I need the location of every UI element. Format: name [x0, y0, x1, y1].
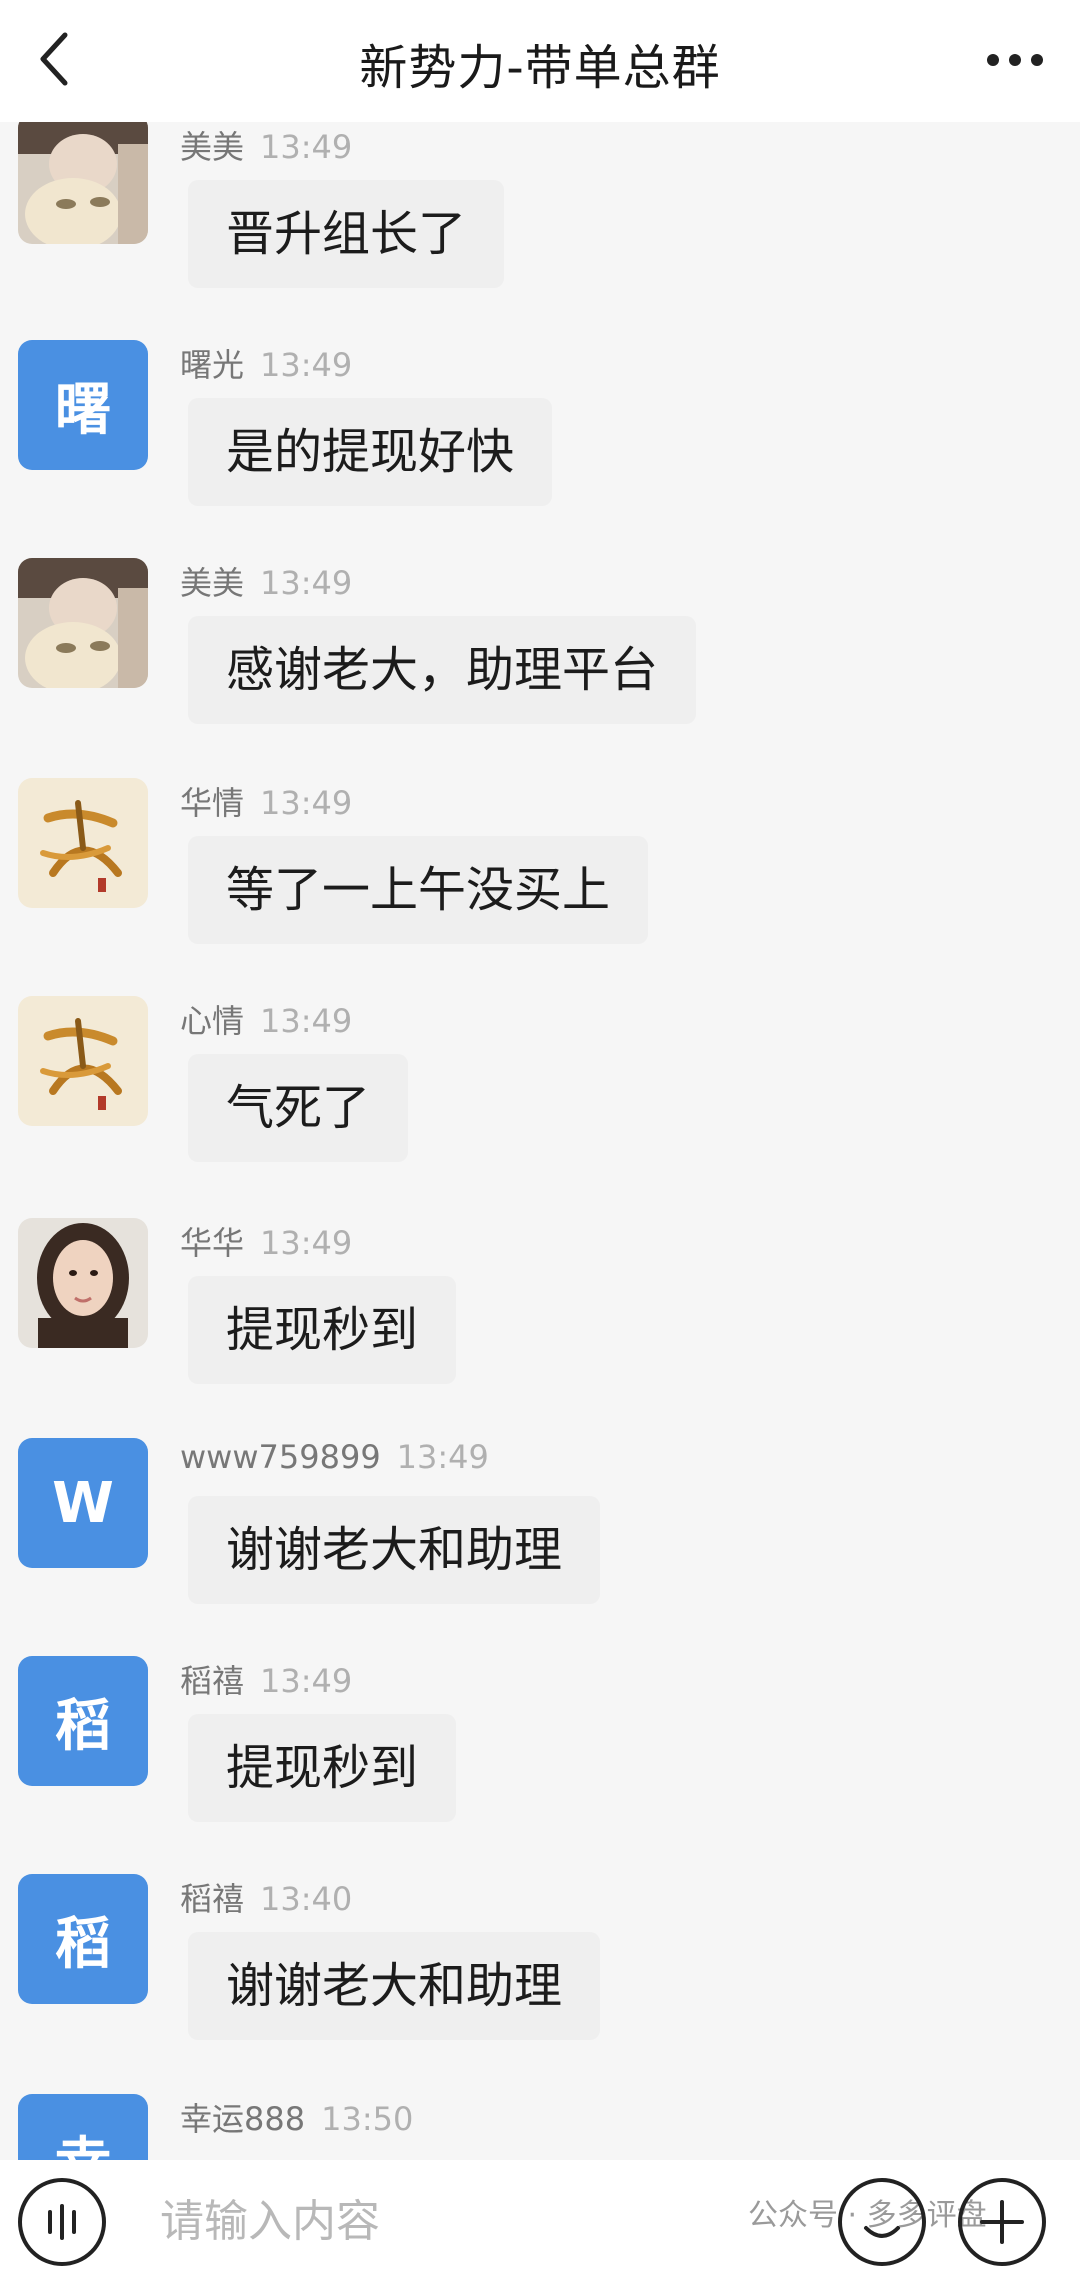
- message-time: 13:49: [396, 1438, 489, 1476]
- avatar-photo-woman: [18, 1218, 148, 1348]
- message-item: 稻 稻禧 13:49 提现秒到: [18, 1656, 1058, 1856]
- message-bubble[interactable]: 等了一上午没买上: [188, 836, 649, 944]
- message-bubble[interactable]: 是的提现好快: [188, 398, 553, 506]
- avatar[interactable]: [18, 996, 148, 1126]
- message-list[interactable]: 美美 13:49 晋升组长了 曙 曙光 13:49 是的提现好快 美美 13:4…: [0, 122, 1080, 2160]
- more-dots-icon: [987, 54, 999, 66]
- sender-name: www759899: [180, 1438, 381, 1476]
- chat-title: 新势力-带单总群: [359, 40, 721, 96]
- message-time: 13:49: [260, 128, 353, 166]
- sender-name: 稻禧: [180, 1880, 245, 1918]
- message-bubble[interactable]: 谢谢老大和助理: [188, 1932, 601, 2040]
- plus-icon: [980, 2200, 1024, 2244]
- sender-name: 美美: [180, 128, 245, 166]
- message-time: 13:40: [260, 1880, 353, 1918]
- message-time: 13:49: [260, 784, 353, 822]
- message-time: 13:49: [260, 346, 353, 384]
- avatar[interactable]: 曙: [18, 340, 148, 470]
- message-bubble[interactable]: 提现秒到: [188, 1714, 457, 1822]
- message-meta: 幸运888 13:50: [180, 2094, 413, 2138]
- message-meta: www759899 13:49: [180, 1438, 489, 1478]
- sender-name: 心情: [180, 1002, 245, 1040]
- message-item: 曙 曙光 13:49 是的提现好快: [18, 340, 1058, 540]
- chat-header: 新势力-带单总群: [0, 0, 1080, 122]
- avatar[interactable]: 幸: [18, 2094, 148, 2160]
- avatar[interactable]: W: [18, 1438, 148, 1568]
- sender-name: 幸运888: [180, 2100, 306, 2138]
- message-meta: 华华 13:49: [180, 1218, 352, 1262]
- avatar[interactable]: [18, 1218, 148, 1348]
- avatar[interactable]: 稻: [18, 1874, 148, 2004]
- message-meta: 稻禧 13:49: [180, 1656, 352, 1700]
- emoji-button[interactable]: [838, 2178, 926, 2266]
- message-item: 稻 稻禧 13:40 谢谢老大和助理: [18, 1874, 1058, 2074]
- sender-name: 曙光: [180, 346, 245, 384]
- message-item: 心情 13:49 气死了: [18, 996, 1058, 1196]
- sender-name: 美美: [180, 564, 245, 602]
- plus-button[interactable]: [958, 2178, 1046, 2266]
- message-item: 美美 13:49 感谢老大，助理平台: [18, 558, 1058, 758]
- sender-name: 华华: [180, 1224, 245, 1262]
- voice-icon: [48, 2204, 76, 2240]
- message-item: 幸 幸运888 13:50: [18, 2094, 1058, 2160]
- more-dot: [1031, 54, 1043, 66]
- message-time: 13:50: [321, 2100, 414, 2138]
- input-bar: 公众号 · 多多评盘: [0, 2160, 1080, 2280]
- message-bubble[interactable]: 提现秒到: [188, 1276, 457, 1384]
- chat-app: 新势力-带单总群 美美 13:49 晋升组长了 曙 曙光 13:49 是的提现好…: [0, 0, 1080, 2280]
- avatar-photo-girl: [18, 558, 148, 688]
- message-time: 13:49: [260, 1224, 353, 1262]
- avatar[interactable]: 稻: [18, 1656, 148, 1786]
- message-meta: 稻禧 13:40: [180, 1874, 352, 1918]
- message-meta: 曙光 13:49: [180, 340, 352, 384]
- emoji-icon: [864, 2226, 900, 2238]
- more-button[interactable]: [970, 30, 1060, 90]
- message-item: 华华 13:49 提现秒到: [18, 1218, 1058, 1418]
- more-dot: [1009, 54, 1021, 66]
- message-meta: 美美 13:49: [180, 122, 352, 166]
- message-item: 美美 13:49 晋升组长了: [18, 122, 1058, 322]
- message-item: 华情 13:49 等了一上午没买上: [18, 778, 1058, 978]
- avatar-calligraphy: [18, 996, 148, 1126]
- message-time: 13:49: [260, 1662, 353, 1700]
- sender-name: 稻禧: [180, 1662, 245, 1700]
- message-meta: 华情 13:49: [180, 778, 352, 822]
- avatar-calligraphy: [18, 778, 148, 908]
- avatar[interactable]: [18, 558, 148, 688]
- message-bubble[interactable]: 气死了: [188, 1054, 409, 1162]
- message-time: 13:49: [260, 564, 353, 602]
- avatar[interactable]: [18, 122, 148, 244]
- message-time: 13:49: [260, 1002, 353, 1040]
- message-meta: 美美 13:49: [180, 558, 352, 602]
- sender-name: 华情: [180, 784, 245, 822]
- message-bubble[interactable]: 晋升组长了: [188, 180, 505, 288]
- message-bubble[interactable]: 谢谢老大和助理: [188, 1496, 601, 1604]
- message-input[interactable]: [160, 2174, 840, 2268]
- message-meta: 心情 13:49: [180, 996, 352, 1040]
- message-bubble[interactable]: 感谢老大，助理平台: [188, 616, 697, 724]
- avatar-photo-girl: [18, 122, 148, 244]
- message-item: W www759899 13:49 谢谢老大和助理: [18, 1438, 1058, 1638]
- avatar[interactable]: [18, 778, 148, 908]
- voice-button[interactable]: [18, 2178, 106, 2266]
